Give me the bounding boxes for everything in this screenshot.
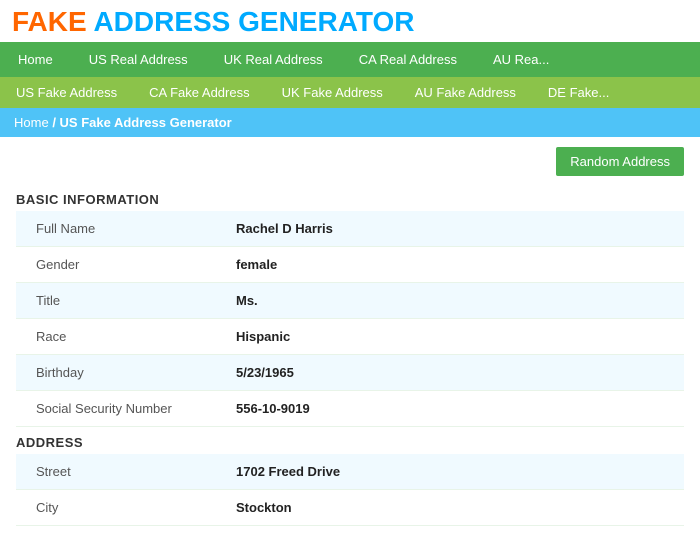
row-value: Stockton xyxy=(216,490,684,526)
row-label: Race xyxy=(16,319,216,355)
nav-de-fake[interactable]: DE Fake... xyxy=(532,77,625,108)
row-value: Hispanic xyxy=(216,319,684,355)
nav-au-fake[interactable]: AU Fake Address xyxy=(399,77,532,108)
site-logo: FAKE ADDRESS GENERATOR xyxy=(12,8,688,36)
nav-us-real[interactable]: US Real Address xyxy=(71,42,206,77)
row-label: City xyxy=(16,490,216,526)
sections-container: BASIC INFORMATIONFull NameRachel D Harri… xyxy=(16,184,684,526)
row-label: Gender xyxy=(16,247,216,283)
breadcrumb: Home / US Fake Address Generator xyxy=(0,108,700,137)
section-header-basic: BASIC INFORMATION xyxy=(16,184,684,211)
table-row: Genderfemale xyxy=(16,247,684,283)
random-address-button[interactable]: Random Address xyxy=(556,147,684,176)
row-label: Social Security Number xyxy=(16,391,216,427)
table-row: RaceHispanic xyxy=(16,319,684,355)
breadcrumb-separator: / xyxy=(52,115,59,130)
table-row: Full NameRachel D Harris xyxy=(16,211,684,247)
breadcrumb-home[interactable]: Home xyxy=(14,115,49,130)
row-label: Full Name xyxy=(16,211,216,247)
nav-uk-real[interactable]: UK Real Address xyxy=(206,42,341,77)
row-label: Title xyxy=(16,283,216,319)
nav-us-fake[interactable]: US Fake Address xyxy=(0,77,133,108)
nav-secondary: US Fake Address CA Fake Address UK Fake … xyxy=(0,77,700,108)
site-header: FAKE ADDRESS GENERATOR xyxy=(0,0,700,42)
row-label: Street xyxy=(16,454,216,490)
main-content: Random Address BASIC INFORMATIONFull Nam… xyxy=(0,137,700,542)
table-row: Social Security Number556-10-9019 xyxy=(16,391,684,427)
row-value: 1702 Freed Drive xyxy=(216,454,684,490)
nav-uk-fake[interactable]: UK Fake Address xyxy=(266,77,399,108)
row-label: Birthday xyxy=(16,355,216,391)
row-value: Rachel D Harris xyxy=(216,211,684,247)
table-row: Birthday5/23/1965 xyxy=(16,355,684,391)
nav-ca-fake[interactable]: CA Fake Address xyxy=(133,77,265,108)
row-value: Ms. xyxy=(216,283,684,319)
random-btn-row: Random Address xyxy=(16,147,684,176)
logo-rest: ADDRESS GENERATOR xyxy=(93,6,414,37)
nav-primary: Home US Real Address UK Real Address CA … xyxy=(0,42,700,77)
info-table-address: Street1702 Freed DriveCityStockton xyxy=(16,454,684,526)
logo-fake: FAKE xyxy=(12,6,87,37)
nav-au-real[interactable]: AU Rea... xyxy=(475,42,567,77)
row-value: 556-10-9019 xyxy=(216,391,684,427)
nav-ca-real[interactable]: CA Real Address xyxy=(341,42,475,77)
table-row: CityStockton xyxy=(16,490,684,526)
info-table-basic: Full NameRachel D HarrisGenderfemaleTitl… xyxy=(16,211,684,427)
breadcrumb-current: US Fake Address Generator xyxy=(60,115,232,130)
table-row: Street1702 Freed Drive xyxy=(16,454,684,490)
row-value: 5/23/1965 xyxy=(216,355,684,391)
nav-home[interactable]: Home xyxy=(0,42,71,77)
row-value: female xyxy=(216,247,684,283)
section-header-address: ADDRESS xyxy=(16,427,684,454)
table-row: TitleMs. xyxy=(16,283,684,319)
